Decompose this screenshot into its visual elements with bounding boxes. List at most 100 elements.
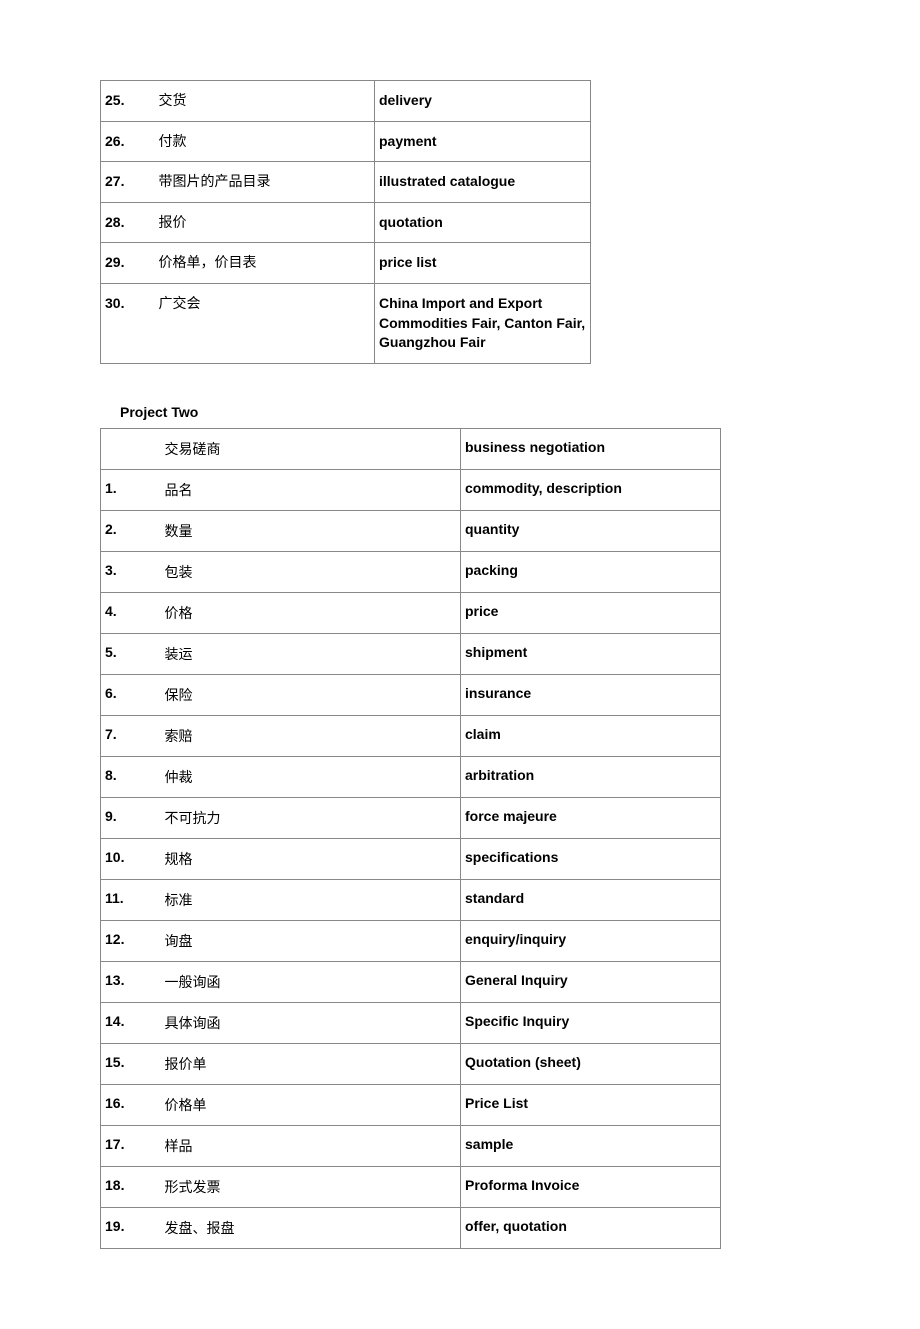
chinese-term: 品名 bbox=[161, 469, 461, 510]
chinese-term: 包装 bbox=[161, 551, 461, 592]
table-row: 17.样品sample bbox=[101, 1125, 721, 1166]
row-number: 5. bbox=[101, 633, 161, 674]
chinese-term: 标准 bbox=[161, 879, 461, 920]
english-term: commodity, description bbox=[461, 469, 721, 510]
english-term: insurance bbox=[461, 674, 721, 715]
english-term: delivery bbox=[375, 81, 591, 122]
chinese-term: 数量 bbox=[161, 510, 461, 551]
row-number: 10. bbox=[101, 838, 161, 879]
table-row: 10.规格specifications bbox=[101, 838, 721, 879]
english-term: Price List bbox=[461, 1084, 721, 1125]
table-row: 8.仲裁arbitration bbox=[101, 756, 721, 797]
table-row: 13.一般询函General Inquiry bbox=[101, 961, 721, 1002]
row-number: 9. bbox=[101, 797, 161, 838]
english-term: General Inquiry bbox=[461, 961, 721, 1002]
row-number: 14. bbox=[101, 1002, 161, 1043]
english-term: price list bbox=[375, 243, 591, 284]
row-number: 30. bbox=[101, 283, 155, 363]
table-row: 14.具体询函Specific Inquiry bbox=[101, 1002, 721, 1043]
row-number: 18. bbox=[101, 1166, 161, 1207]
row-number: 15. bbox=[101, 1043, 161, 1084]
table-row: 12.询盘enquiry/inquiry bbox=[101, 920, 721, 961]
english-term: sample bbox=[461, 1125, 721, 1166]
table-row: 30. 广交会 China Import and Export Commodit… bbox=[101, 283, 591, 363]
row-number: 4. bbox=[101, 592, 161, 633]
chinese-term: 发盘、报盘 bbox=[161, 1207, 461, 1248]
english-term: force majeure bbox=[461, 797, 721, 838]
table-row: 28. 报价 quotation bbox=[101, 202, 591, 243]
row-number: 6. bbox=[101, 674, 161, 715]
chinese-term: 交货 bbox=[155, 81, 375, 122]
chinese-term: 样品 bbox=[161, 1125, 461, 1166]
section-title: Project Two bbox=[120, 404, 820, 420]
row-number: 7. bbox=[101, 715, 161, 756]
chinese-term: 一般询函 bbox=[161, 961, 461, 1002]
english-term: China Import and Export Commodities Fair… bbox=[375, 283, 591, 363]
table-row: 7.索赔claim bbox=[101, 715, 721, 756]
english-term: specifications bbox=[461, 838, 721, 879]
row-number: 29. bbox=[101, 243, 155, 284]
english-term: quotation bbox=[375, 202, 591, 243]
chinese-term: 广交会 bbox=[155, 283, 375, 363]
table-row: 5.装运shipment bbox=[101, 633, 721, 674]
row-number: 28. bbox=[101, 202, 155, 243]
table-row: 26. 付款 payment bbox=[101, 121, 591, 162]
english-term: illustrated catalogue bbox=[375, 162, 591, 203]
row-number: 25. bbox=[101, 81, 155, 122]
english-term: business negotiation bbox=[461, 428, 721, 469]
english-term: payment bbox=[375, 121, 591, 162]
chinese-term: 形式发票 bbox=[161, 1166, 461, 1207]
row-number: 17. bbox=[101, 1125, 161, 1166]
english-term: arbitration bbox=[461, 756, 721, 797]
chinese-term: 保险 bbox=[161, 674, 461, 715]
row-number: 16. bbox=[101, 1084, 161, 1125]
english-term: enquiry/inquiry bbox=[461, 920, 721, 961]
english-term: Quotation (sheet) bbox=[461, 1043, 721, 1084]
chinese-term: 报价单 bbox=[161, 1043, 461, 1084]
chinese-term: 交易磋商 bbox=[161, 428, 461, 469]
chinese-term: 价格单 bbox=[161, 1084, 461, 1125]
table-row: 1.品名commodity, description bbox=[101, 469, 721, 510]
chinese-term: 询盘 bbox=[161, 920, 461, 961]
english-term: shipment bbox=[461, 633, 721, 674]
table-row: 29. 价格单，价目表 price list bbox=[101, 243, 591, 284]
chinese-term: 报价 bbox=[155, 202, 375, 243]
chinese-term: 不可抗力 bbox=[161, 797, 461, 838]
english-term: claim bbox=[461, 715, 721, 756]
table-row: 2.数量quantity bbox=[101, 510, 721, 551]
row-number: 12. bbox=[101, 920, 161, 961]
row-number: 26. bbox=[101, 121, 155, 162]
table-row: 18.形式发票Proforma Invoice bbox=[101, 1166, 721, 1207]
english-term: standard bbox=[461, 879, 721, 920]
table-row: 4.价格price bbox=[101, 592, 721, 633]
table-row: 9.不可抗力force majeure bbox=[101, 797, 721, 838]
english-term: price bbox=[461, 592, 721, 633]
row-number: 2. bbox=[101, 510, 161, 551]
chinese-term: 付款 bbox=[155, 121, 375, 162]
chinese-term: 带图片的产品目录 bbox=[155, 162, 375, 203]
english-term: quantity bbox=[461, 510, 721, 551]
table-row: 25. 交货 delivery bbox=[101, 81, 591, 122]
table-row: 11.标准standard bbox=[101, 879, 721, 920]
row-number: 13. bbox=[101, 961, 161, 1002]
chinese-term: 装运 bbox=[161, 633, 461, 674]
table-row: 6.保险insurance bbox=[101, 674, 721, 715]
chinese-term: 索赔 bbox=[161, 715, 461, 756]
table-row: 16.价格单Price List bbox=[101, 1084, 721, 1125]
english-term: offer, quotation bbox=[461, 1207, 721, 1248]
row-number: 27. bbox=[101, 162, 155, 203]
row-number: 19. bbox=[101, 1207, 161, 1248]
chinese-term: 仲裁 bbox=[161, 756, 461, 797]
chinese-term: 价格单，价目表 bbox=[155, 243, 375, 284]
table-row: 19.发盘、报盘offer, quotation bbox=[101, 1207, 721, 1248]
chinese-term: 具体询函 bbox=[161, 1002, 461, 1043]
table-row: 15.报价单Quotation (sheet) bbox=[101, 1043, 721, 1084]
row-number: 8. bbox=[101, 756, 161, 797]
chinese-term: 规格 bbox=[161, 838, 461, 879]
vocab-table-1: 25. 交货 delivery 26. 付款 payment 27. 带图片的产… bbox=[100, 80, 591, 364]
vocab-table-2: 交易磋商business negotiation 1.品名commodity, … bbox=[100, 428, 721, 1249]
row-number: 11. bbox=[101, 879, 161, 920]
table-row: 3.包装packing bbox=[101, 551, 721, 592]
english-term: Specific Inquiry bbox=[461, 1002, 721, 1043]
english-term: packing bbox=[461, 551, 721, 592]
